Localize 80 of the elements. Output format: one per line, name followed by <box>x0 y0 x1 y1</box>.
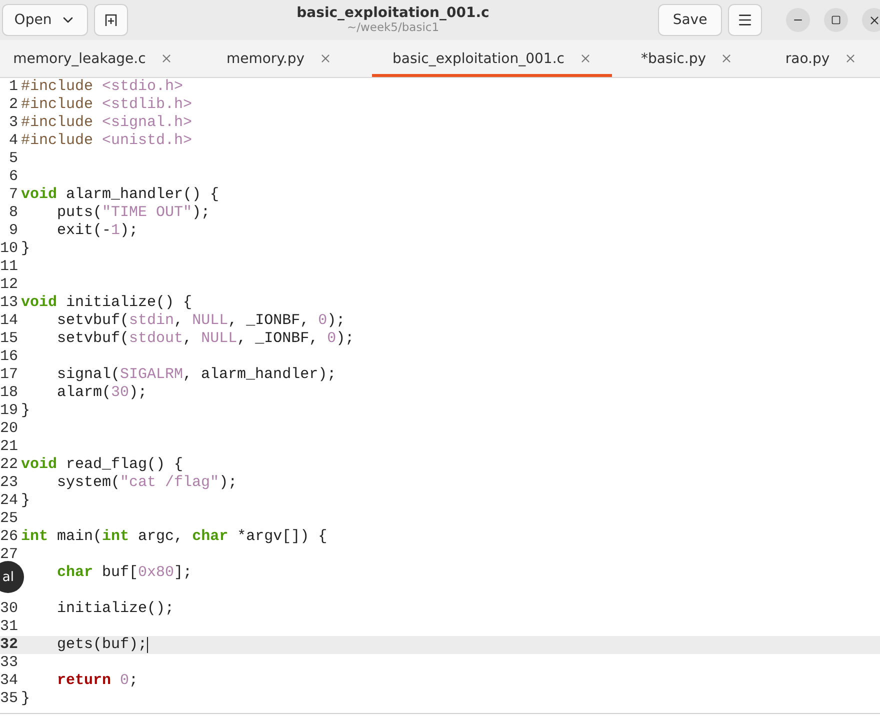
line-number: 26 <box>0 528 18 546</box>
file-tab[interactable]: basic_exploitation_001.c <box>372 40 612 77</box>
line-number: 33 <box>0 654 18 672</box>
line-number: 4 <box>8 132 18 150</box>
line-number: 19 <box>0 402 18 420</box>
line-number: 30 <box>0 600 18 618</box>
close-icon[interactable] <box>844 52 857 65</box>
text-cursor <box>147 637 148 653</box>
code-line: int main(int argc, char *argv[]) { <box>21 528 328 546</box>
close-icon[interactable] <box>578 52 592 65</box>
close-icon[interactable] <box>720 52 733 65</box>
line-number: 16 <box>0 348 18 366</box>
file-tab[interactable]: memory.py <box>186 40 372 77</box>
close-icon <box>868 14 880 26</box>
line-number: 9 <box>8 222 18 240</box>
line-number: 13 <box>0 294 18 312</box>
line-number: 17 <box>0 366 18 384</box>
close-icon[interactable] <box>318 52 332 65</box>
code-line: system("cat /flag"); <box>56 474 238 492</box>
file-tab[interactable]: *basic.py <box>612 40 762 77</box>
file-tab[interactable]: rao.py <box>762 40 880 77</box>
code-line: void read_flag() { <box>21 456 184 474</box>
line-number: 22 <box>0 456 18 474</box>
line-number: 31 <box>0 618 18 636</box>
line-number: 21 <box>0 438 18 456</box>
line-number: 3 <box>8 114 18 132</box>
line-number: 20 <box>0 420 18 438</box>
file-path: ~/week5/basic1 <box>346 21 440 35</box>
file-tab[interactable]: memory_leakage.c <box>0 40 186 77</box>
code-line: exit(-1); <box>56 222 138 240</box>
line-number: 6 <box>8 168 18 186</box>
menu-icon <box>737 12 753 28</box>
line-number: 18 <box>0 384 18 402</box>
code-line: #include <stdlib.h> <box>21 96 192 114</box>
line-number: 1 <box>8 78 18 96</box>
code-line: gets(buf); <box>56 636 148 654</box>
line-number: 5 <box>8 150 18 168</box>
line-number: 25 <box>0 510 18 528</box>
code-line: alarm(30); <box>56 384 148 402</box>
code-line: setvbuf(stdin, NULL, _IONBF, 0); <box>56 312 346 330</box>
line-number: 34 <box>0 672 18 690</box>
code-line: char buf[0x80]; <box>56 564 192 582</box>
line-number: 24 <box>0 492 18 510</box>
line-number: 35 <box>0 690 18 708</box>
line-number: 8 <box>8 204 18 222</box>
code-line: return 0; <box>56 672 138 690</box>
code-line: signal(SIGALRM, alarm_handler); <box>56 366 336 384</box>
code-line: void initialize() { <box>21 294 192 312</box>
line-number: 2 <box>8 96 18 114</box>
open-button[interactable]: Open <box>2 4 88 36</box>
line-number: 10 <box>0 240 18 258</box>
code-line: puts("TIME OUT"); <box>56 204 210 222</box>
code-line: } <box>21 690 30 708</box>
line-number: 7 <box>8 186 18 204</box>
line-number: 11 <box>0 258 18 276</box>
code-line: } <box>21 240 30 258</box>
code-line: #include <signal.h> <box>21 114 192 132</box>
line-number: 15 <box>0 330 18 348</box>
code-line: } <box>21 402 30 420</box>
menu-button[interactable] <box>728 4 762 36</box>
line-number: 32 <box>0 636 18 654</box>
maximize-icon <box>831 15 841 25</box>
line-number: 23 <box>0 474 18 492</box>
code-line: #include <stdio.h> <box>21 78 184 96</box>
line-number: 12 <box>0 276 18 294</box>
new-tab-button[interactable] <box>94 4 128 36</box>
new-tab-icon <box>103 12 119 28</box>
close-icon[interactable] <box>160 52 173 65</box>
save-button[interactable]: Save <box>658 4 722 36</box>
tooltip: al <box>0 561 24 593</box>
code-line: void alarm_handler() { <box>21 186 220 204</box>
code-line: #include <unistd.h> <box>21 132 192 150</box>
code-line: setvbuf(stdout, NULL, _IONBF, 0); <box>56 330 354 348</box>
code-line: } <box>21 492 30 510</box>
window-title: basic_exploitation_001.c <box>296 5 490 22</box>
maximize-button[interactable] <box>824 8 848 32</box>
code-line: initialize(); <box>56 600 174 618</box>
close-button[interactable] <box>862 8 880 32</box>
line-number: 27 <box>0 546 18 564</box>
line-number: 14 <box>0 312 18 330</box>
